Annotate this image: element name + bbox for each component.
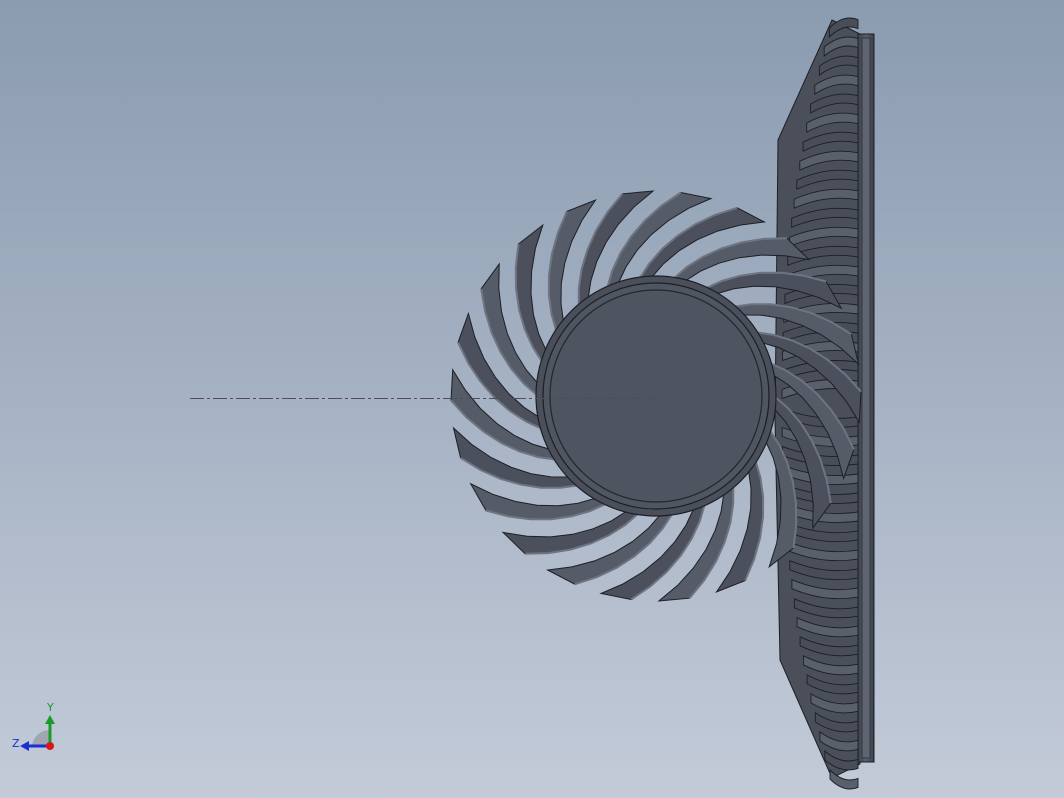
reference-triad[interactable]: Y Z xyxy=(12,701,55,751)
graphics-viewport[interactable]: Y Z xyxy=(0,0,1064,798)
gear-assembly-model[interactable]: Y Z xyxy=(0,0,1064,798)
triad-y-label: Y xyxy=(46,701,54,714)
triad-z-arrow-icon xyxy=(20,741,29,751)
triad-x-axis-dot xyxy=(46,742,54,750)
triad-y-arrow-icon xyxy=(45,715,55,724)
bevel-gear-back-face-inner xyxy=(861,37,871,759)
triad-z-label: Z xyxy=(12,737,20,750)
pinion-shaft-face xyxy=(549,289,763,503)
